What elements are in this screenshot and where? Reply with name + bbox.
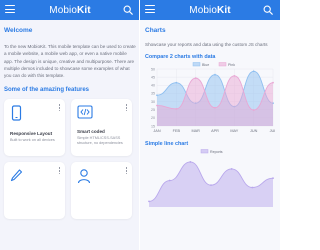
card-options-icon[interactable] (126, 167, 128, 175)
data-point (156, 94, 158, 96)
legend-swatch (218, 62, 227, 67)
charts-text: Showcase your reports and data using the… (145, 42, 268, 47)
search-icon[interactable] (123, 5, 133, 15)
data-point (214, 73, 216, 76)
y-tick-label: 25 (151, 108, 155, 112)
y-tick-label: 45 (151, 75, 155, 79)
feature-card-design[interactable] (4, 162, 65, 220)
features-title: Some of the amazing features (4, 87, 90, 94)
data-point (175, 81, 178, 84)
feature-card-users[interactable] (71, 162, 132, 220)
feature-card-responsive[interactable]: Responsive Layout Built to work on all d… (4, 99, 65, 157)
x-tick-label: FEB (173, 129, 181, 133)
y-tick-label: 50 (151, 67, 155, 71)
legend-swatch (192, 62, 201, 67)
card-options-icon[interactable] (59, 167, 61, 175)
home-screen: MobioKit Welcome To the new MobioKit. Th… (0, 0, 140, 250)
search-icon[interactable] (263, 5, 273, 15)
charts-screen: MobioKit Charts Showcase your reports an… (140, 0, 280, 250)
top-navbar: MobioKit (0, 0, 140, 20)
pen-icon (10, 169, 23, 182)
data-point (251, 186, 254, 189)
y-tick-label: 35 (151, 92, 155, 96)
x-tick-label: JUN (250, 129, 258, 133)
data-point (194, 77, 197, 79)
app-logo[interactable]: MobioKit (189, 5, 230, 16)
welcome-title: Welcome (4, 27, 33, 34)
legend-label: Pink (228, 63, 235, 67)
card-title: Responsive Layout (10, 131, 53, 137)
x-tick-label: JAN (153, 129, 160, 133)
data-point (148, 200, 150, 203)
legend-swatch (200, 149, 209, 154)
y-tick-label: 20 (151, 116, 155, 120)
hamburger-menu-icon[interactable] (145, 5, 155, 15)
data-point (210, 184, 212, 186)
simple-line-chart: Reports (148, 149, 274, 213)
data-point (175, 107, 178, 110)
data-point (214, 106, 216, 109)
feature-cards: Responsive Layout Built to work on all d… (4, 99, 136, 220)
data-point (156, 104, 158, 107)
top-navbar: MobioKit (140, 0, 280, 20)
x-tick-label: JUL (270, 129, 275, 133)
chart-legend: Blue Pink (192, 62, 235, 67)
data-point (168, 179, 171, 182)
welcome-text: To the new MobioKit. This mobile templat… (4, 44, 136, 79)
x-tick-label: APR (211, 129, 219, 133)
data-point (252, 70, 255, 72)
app-logo[interactable]: MobioKit (49, 5, 90, 16)
data-point (233, 74, 236, 77)
legend-label: Reports (210, 150, 223, 154)
data-point (272, 81, 274, 84)
hamburger-menu-icon[interactable] (5, 5, 15, 15)
chart-legend: Reports (200, 149, 223, 154)
card-options-icon[interactable] (59, 104, 61, 112)
y-tick-label: 30 (151, 100, 155, 104)
legend-label: Blue (202, 63, 209, 67)
card-text: Built to work on all devices (10, 137, 55, 142)
code-icon (77, 105, 93, 120)
y-tick-label: 15 (151, 124, 155, 128)
card-title: Smart coded (77, 129, 105, 135)
charts-title: Charts (145, 27, 166, 34)
x-tick-label: MAY (230, 129, 238, 133)
card-options-icon[interactable] (126, 104, 128, 112)
user-icon (77, 169, 91, 184)
y-tick-label: 40 (151, 83, 155, 87)
app-preview: MobioKit Welcome To the new MobioKit. Th… (0, 0, 280, 250)
feature-card-smart-coded[interactable]: Smart coded Simple HTML/CSS-SASS structu… (71, 99, 132, 157)
data-point (272, 177, 274, 179)
data-point (252, 108, 255, 111)
x-tick-label: MAR (191, 129, 200, 133)
card-text: Simple HTML/CSS-SASS structure, no depen… (77, 135, 123, 145)
data-point (189, 160, 192, 163)
compare-area-chart: Blue Pink 50 45 40 35 30 25 20 15JAN FEB MAR APR MAY J… (151, 62, 276, 133)
data-point (230, 167, 233, 170)
mobile-icon (11, 105, 22, 122)
